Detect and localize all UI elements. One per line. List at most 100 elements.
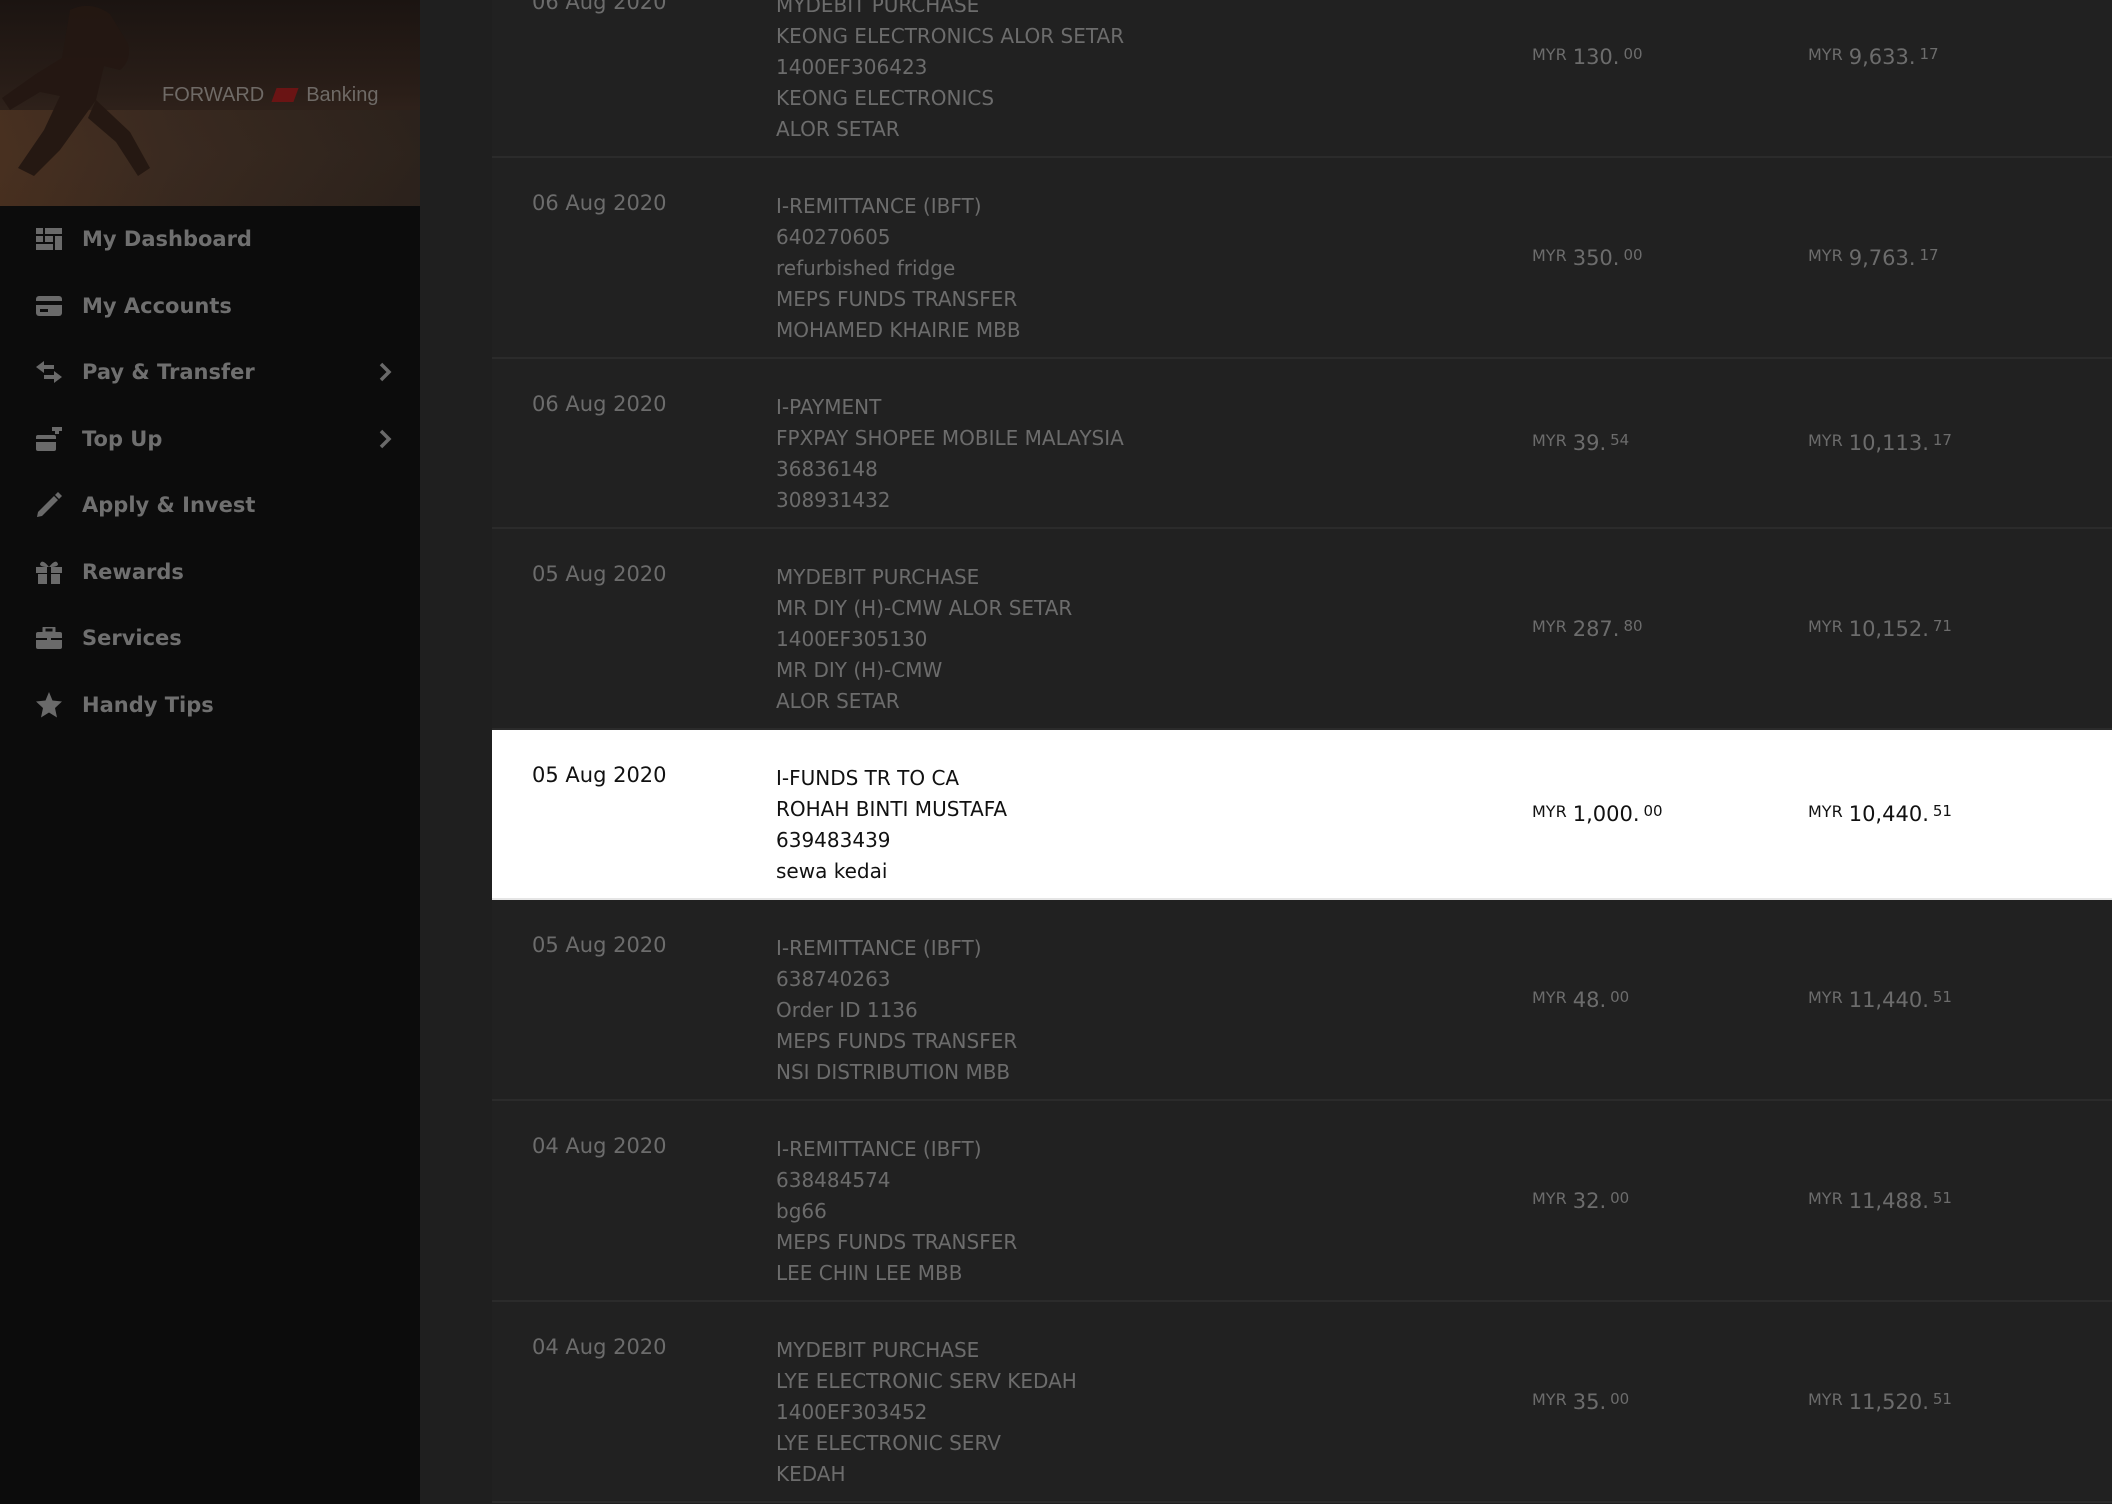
- amount-decimal: 51: [1932, 987, 1952, 1006]
- amount-integer: 11,488: [1848, 1188, 1923, 1213]
- sidebar-item-label: Pay & Transfer: [82, 360, 255, 385]
- sidebar-item-label: Handy Tips: [82, 692, 214, 717]
- description-line: 638740263: [776, 967, 891, 991]
- sidebar-item-top-up[interactable]: Top Up: [0, 406, 420, 473]
- transaction-row[interactable]: 06 Aug 2020 I-PAYMENT FPXPAY SHOPEE MOBILE…: [492, 359, 2112, 529]
- currency-label: MYR: [1808, 431, 1843, 450]
- transaction-description: MYDEBIT PURCHASE KEONG ELECTRONICS ALOR S…: [776, 0, 1124, 145]
- transaction-amount: MYR 1,000. 00: [1532, 802, 1663, 826]
- main-content: 06 Aug 2020 MYDEBIT PURCHASE KEONG ELECTRO…: [420, 0, 2112, 1504]
- running-balance: MYR 10,113. 17: [1808, 431, 1952, 455]
- sidebar-item-services[interactable]: Services: [0, 605, 420, 672]
- sidebar-item-rewards[interactable]: Rewards: [0, 539, 420, 606]
- description-line: MR DIY (H)-CMW ALOR SETAR: [776, 596, 1073, 620]
- sidebar: FORWARD Banking My Dashboard My Accounts P…: [0, 0, 420, 1504]
- description-line: I-REMITTANCE (IBFT): [776, 194, 982, 218]
- transaction-row[interactable]: 06 Aug 2020 MYDEBIT PURCHASE KEONG ELECTRO…: [492, 0, 2112, 158]
- sidebar-item-apply-invest[interactable]: Apply & Invest: [0, 472, 420, 539]
- running-balance: MYR 10,152. 71: [1808, 617, 1952, 641]
- sidebar-item-label: Apply & Invest: [82, 493, 256, 518]
- amount-decimal: 51: [1932, 1389, 1952, 1408]
- amount-decimal: 71: [1932, 616, 1952, 635]
- amount-integer: 11,520: [1848, 1389, 1923, 1414]
- amount-decimal: 00: [1610, 1389, 1630, 1408]
- transaction-row[interactable]: 06 Aug 2020 I-REMITTANCE (IBFT) 640270605 r…: [492, 158, 2112, 359]
- description-line: I-REMITTANCE (IBFT): [776, 936, 982, 960]
- description-line: LYE ELECTRONIC SERV KEDAH: [776, 1369, 1077, 1393]
- amount-decimal: 51: [1932, 1188, 1952, 1207]
- description-line: Order ID 1136: [776, 998, 918, 1022]
- description-line: LEE CHIN LEE MBB: [776, 1261, 963, 1285]
- sidebar-item-label: My Accounts: [82, 293, 232, 318]
- amount-decimal: 54: [1610, 431, 1630, 449]
- brand-forward: FORWARD: [162, 83, 265, 106]
- decimal-point: .: [1922, 987, 1929, 1012]
- decimal-point: .: [1599, 431, 1607, 455]
- description-line: sewa kedai: [776, 859, 888, 883]
- decimal-point: .: [1599, 1389, 1607, 1414]
- amount-integer: 350: [1572, 245, 1613, 270]
- currency-label: MYR: [1808, 616, 1843, 636]
- currency-label: MYR: [1808, 1389, 1843, 1409]
- currency-label: MYR: [1532, 44, 1567, 64]
- amount-decimal: 17: [1919, 44, 1939, 63]
- description-line: I-PAYMENT: [776, 395, 882, 419]
- decimal-point: .: [1922, 1188, 1929, 1213]
- transaction-amount: MYR 48. 00: [1532, 988, 1629, 1012]
- description-line: KEDAH: [776, 1462, 846, 1486]
- transaction-row[interactable]: 05 Aug 2020 MYDEBIT PURCHASE MR DIY (H)-CM…: [492, 529, 2112, 730]
- description-line: ROHAH BINTI MUSTAFA: [776, 797, 1008, 821]
- sidebar-item-my-dashboard[interactable]: My Dashboard: [0, 206, 420, 273]
- amount-integer: 287: [1572, 616, 1613, 641]
- brand-banner[interactable]: FORWARD Banking: [0, 0, 420, 206]
- decimal-point: .: [1908, 245, 1916, 270]
- transaction-description: I-REMITTANCE (IBFT) 638740263 Order ID 113…: [776, 933, 1017, 1088]
- transaction-date: 06 Aug 2020: [532, 392, 667, 416]
- transaction-row[interactable]: 04 Aug 2020 MYDEBIT PURCHASE LYE ELECTRONI…: [492, 1302, 2112, 1503]
- description-line: I-REMITTANCE (IBFT): [776, 1137, 982, 1161]
- transaction-amount: MYR 350. 00: [1532, 246, 1643, 270]
- description-line: LYE ELECTRONIC SERV: [776, 1431, 1001, 1455]
- brand-mark: [271, 88, 299, 102]
- gift-icon: [36, 559, 62, 585]
- currency-label: MYR: [1808, 987, 1843, 1007]
- currency-label: MYR: [1532, 987, 1567, 1007]
- description-line: 1400EF305130: [776, 627, 928, 651]
- sidebar-item-handy-tips[interactable]: Handy Tips: [0, 672, 420, 739]
- amount-decimal: 00: [1610, 1188, 1630, 1207]
- chevron-right-icon: [378, 362, 394, 382]
- amount-decimal: 00: [1610, 987, 1630, 1006]
- amount-decimal: 17: [1932, 431, 1952, 449]
- decimal-point: .: [1922, 1389, 1929, 1414]
- amount-integer: 35: [1572, 1389, 1600, 1414]
- description-line: 640270605: [776, 225, 891, 249]
- description-line: KEONG ELECTRONICS: [776, 86, 995, 110]
- transaction-date: 06 Aug 2020: [532, 191, 667, 215]
- transaction-description: MYDEBIT PURCHASE LYE ELECTRONIC SERV KEDA…: [776, 1335, 1077, 1490]
- transaction-row-selected[interactable]: 05 Aug 2020 I-FUNDS TR TO CA ROHAH BINTI M…: [492, 730, 2112, 900]
- sidebar-item-label: My Dashboard: [82, 227, 252, 252]
- transaction-row[interactable]: 05 Aug 2020 I-REMITTANCE (IBFT) 638740263 O…: [492, 900, 2112, 1101]
- topup-icon: [36, 426, 62, 452]
- currency-label: MYR: [1808, 44, 1843, 64]
- transaction-row[interactable]: 04 Aug 2020 I-REMITTANCE (IBFT) 638484574 b…: [492, 1101, 2112, 1302]
- currency-label: MYR: [1532, 802, 1567, 821]
- decimal-point: .: [1612, 245, 1620, 270]
- description-line: FPXPAY SHOPEE MOBILE MALAYSIA: [776, 426, 1124, 450]
- transaction-date: 05 Aug 2020: [532, 933, 667, 957]
- sidebar-item-my-accounts[interactable]: My Accounts: [0, 273, 420, 340]
- transaction-amount: MYR 39. 54: [1532, 431, 1629, 455]
- description-line: ALOR SETAR: [776, 689, 900, 713]
- amount-decimal: 00: [1623, 245, 1643, 264]
- transaction-amount: MYR 130. 00: [1532, 45, 1643, 69]
- description-line: 1400EF303452: [776, 1400, 928, 1424]
- description-line: MR DIY (H)-CMW: [776, 658, 943, 682]
- sidebar-item-pay-transfer[interactable]: Pay & Transfer: [0, 339, 420, 406]
- description-line: bg66: [776, 1199, 827, 1223]
- transaction-amount: MYR 35. 00: [1532, 1390, 1629, 1414]
- transaction-date: 06 Aug 2020: [532, 0, 667, 14]
- decimal-point: .: [1922, 616, 1929, 641]
- brand-banking: Banking: [306, 83, 379, 106]
- chevron-right-icon: [378, 429, 394, 449]
- transaction-description: I-PAYMENT FPXPAY SHOPEE MOBILE MALAYSIA 36…: [776, 392, 1124, 516]
